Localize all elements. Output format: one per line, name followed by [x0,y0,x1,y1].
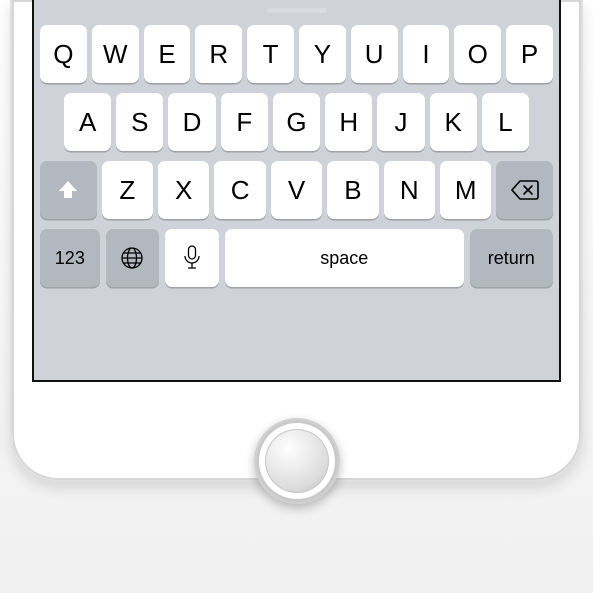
microphone-icon [182,244,202,272]
globe-key[interactable] [106,229,160,287]
backspace-icon [511,179,539,201]
home-button[interactable] [254,418,340,504]
key-x[interactable]: X [158,161,209,219]
device-frame: Q W E R T Y U I O P A S D F G H [0,0,593,593]
key-t[interactable]: T [247,25,294,83]
key-h[interactable]: H [325,93,372,151]
key-row-1: Q W E R T Y U I O P [40,25,553,83]
key-q[interactable]: Q [40,25,87,83]
key-u[interactable]: U [351,25,398,83]
key-d[interactable]: D [168,93,215,151]
key-z[interactable]: Z [102,161,153,219]
backspace-key[interactable] [496,161,553,219]
keyboard: Q W E R T Y U I O P A S D F G H [34,17,559,307]
return-key[interactable]: return [470,229,553,287]
key-n[interactable]: N [384,161,435,219]
key-w[interactable]: W [92,25,139,83]
dictation-key[interactable] [165,229,219,287]
key-b[interactable]: B [327,161,378,219]
key-c[interactable]: C [214,161,265,219]
key-s[interactable]: S [116,93,163,151]
key-i[interactable]: I [403,25,450,83]
number-symbol-key[interactable]: 123 [40,229,100,287]
key-v[interactable]: V [271,161,322,219]
key-g[interactable]: G [273,93,320,151]
key-row-2: A S D F G H J K L [40,93,553,151]
key-o[interactable]: O [454,25,501,83]
shift-icon [56,178,80,202]
key-p[interactable]: P [506,25,553,83]
space-key[interactable]: space [225,229,464,287]
shift-key[interactable] [40,161,97,219]
key-e[interactable]: E [144,25,191,83]
keyboard-handle[interactable] [267,8,327,13]
globe-icon [119,245,145,271]
key-row-3: Z X C V B N M [40,161,553,219]
key-m[interactable]: M [440,161,491,219]
key-row-4: 123 space return [40,229,553,287]
key-f[interactable]: F [221,93,268,151]
key-a[interactable]: A [64,93,111,151]
key-y[interactable]: Y [299,25,346,83]
key-l[interactable]: L [482,93,529,151]
key-j[interactable]: J [377,93,424,151]
screen: Q W E R T Y U I O P A S D F G H [32,0,561,382]
key-k[interactable]: K [430,93,477,151]
key-r[interactable]: R [195,25,242,83]
phone-body: Q W E R T Y U I O P A S D F G H [10,0,583,482]
